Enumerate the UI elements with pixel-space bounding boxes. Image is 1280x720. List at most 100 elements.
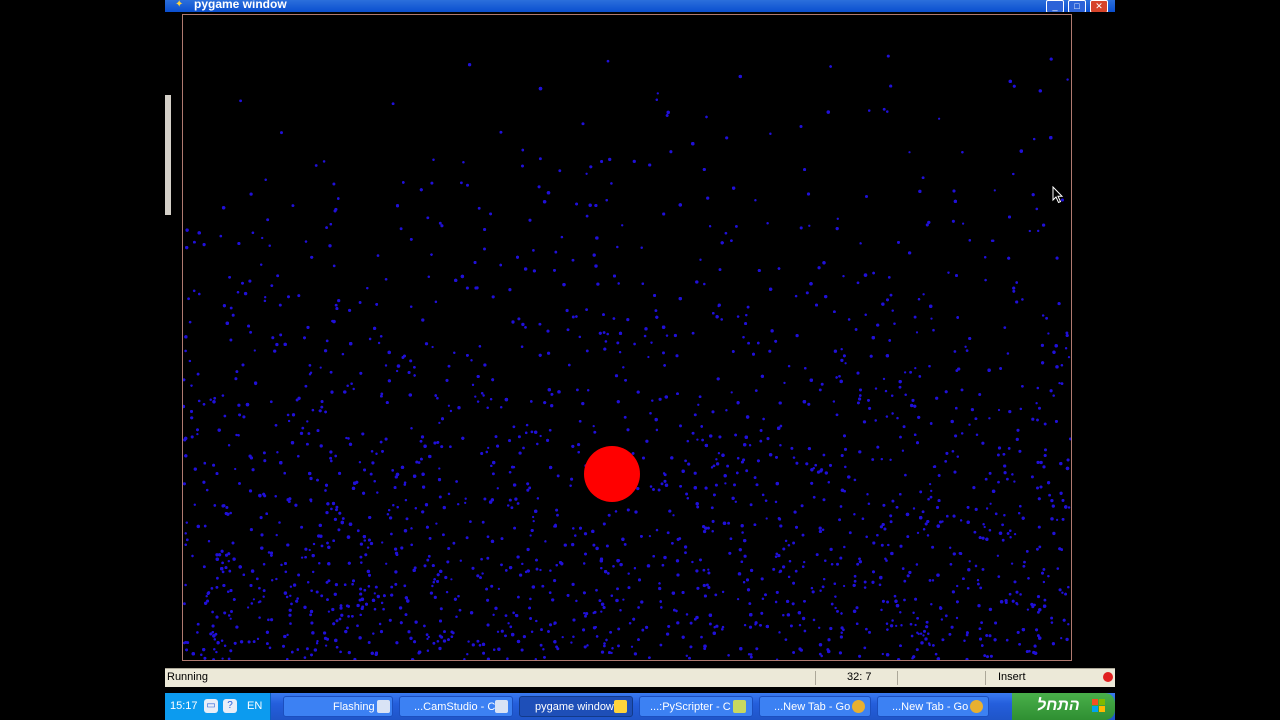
particle (578, 335, 582, 339)
particle (508, 471, 512, 474)
particle (250, 569, 255, 573)
status-divider (815, 671, 816, 685)
particle (916, 531, 920, 535)
particle (912, 611, 915, 614)
taskbar-button-pyscripter[interactable]: ...:PyScripter - C (639, 696, 753, 717)
particle (643, 334, 647, 338)
particle (765, 624, 770, 629)
taskbar-button-pygame[interactable]: pygame window (519, 696, 633, 717)
start-button[interactable]: התחל (1012, 693, 1115, 720)
particle (307, 432, 311, 435)
particle (1013, 532, 1017, 536)
particle (1035, 402, 1038, 405)
particle (394, 582, 398, 586)
particle (1015, 300, 1019, 304)
particle (325, 226, 328, 229)
particle (882, 107, 886, 111)
particle (531, 515, 535, 519)
particle (536, 497, 540, 500)
particle (944, 460, 948, 463)
particle (726, 464, 730, 468)
particle (757, 268, 761, 273)
particle (407, 371, 411, 374)
particle (549, 465, 553, 470)
particle (1048, 493, 1051, 497)
particle (215, 615, 219, 619)
particle (567, 363, 571, 367)
particle (987, 368, 991, 372)
taskbar-button-flashing[interactable]: Flashing (283, 696, 393, 717)
particle (688, 656, 691, 660)
particle (755, 483, 759, 487)
tray-app-icon[interactable]: ▭ (204, 699, 218, 713)
particle (725, 136, 729, 140)
particle (1057, 302, 1061, 306)
particle (775, 456, 778, 459)
particle (827, 638, 831, 642)
particle (842, 584, 846, 588)
language-indicator[interactable]: EN (247, 700, 262, 712)
particle (264, 296, 267, 299)
particle (499, 130, 503, 134)
particle (486, 406, 489, 409)
particle (318, 562, 321, 565)
particle (547, 630, 550, 633)
tray-help-icon[interactable]: ? (223, 699, 237, 713)
particle (720, 241, 724, 245)
particle (340, 520, 344, 525)
particle (829, 65, 832, 68)
particle (256, 637, 260, 641)
particle (1038, 406, 1041, 410)
particle (441, 417, 444, 421)
particle (238, 565, 242, 569)
clock[interactable]: 15:17 (170, 700, 198, 712)
particle (420, 435, 425, 439)
particle (1023, 560, 1026, 564)
particle (605, 638, 608, 642)
taskbar-button-camstudio[interactable]: ...CamStudio - C (399, 696, 513, 717)
particle (516, 555, 520, 559)
particle (949, 563, 953, 566)
window-icon (377, 700, 390, 713)
particle (286, 413, 290, 417)
particle (507, 439, 512, 443)
particle (883, 527, 887, 531)
game-canvas[interactable] (182, 14, 1072, 661)
particle (524, 570, 528, 574)
particle (376, 254, 380, 257)
particle (1042, 567, 1046, 571)
particle (225, 505, 229, 510)
particle (934, 652, 938, 656)
particle (595, 635, 599, 638)
particle (554, 523, 557, 527)
particle (187, 297, 190, 301)
particle (323, 349, 328, 353)
particle (998, 531, 1003, 535)
particle (840, 358, 844, 363)
particle (1037, 525, 1041, 529)
particle (300, 525, 304, 529)
taskbar-button-chrome-2[interactable]: ...New Tab - Go (877, 696, 989, 717)
taskbar-button-chrome-1[interactable]: ...New Tab - Go (759, 696, 871, 717)
particle (535, 567, 539, 571)
particle (744, 322, 748, 326)
title-bar[interactable]: ✦ pygame window _ □ ✕ (165, 0, 1115, 13)
particle (237, 403, 241, 407)
particle (285, 595, 289, 599)
particle (242, 573, 246, 576)
particle (675, 354, 679, 358)
particle (262, 589, 266, 592)
particle (859, 394, 862, 397)
particle (653, 294, 657, 297)
particle (366, 546, 370, 549)
particle (614, 510, 618, 513)
particle (572, 618, 576, 622)
particle (410, 527, 413, 530)
taskbar-button-label: ...:PyScripter - C (650, 701, 731, 713)
particle (417, 651, 421, 655)
record-icon[interactable] (1103, 672, 1113, 682)
particle (395, 641, 399, 645)
particle (817, 266, 821, 270)
particle (818, 388, 822, 392)
particle (433, 578, 436, 581)
